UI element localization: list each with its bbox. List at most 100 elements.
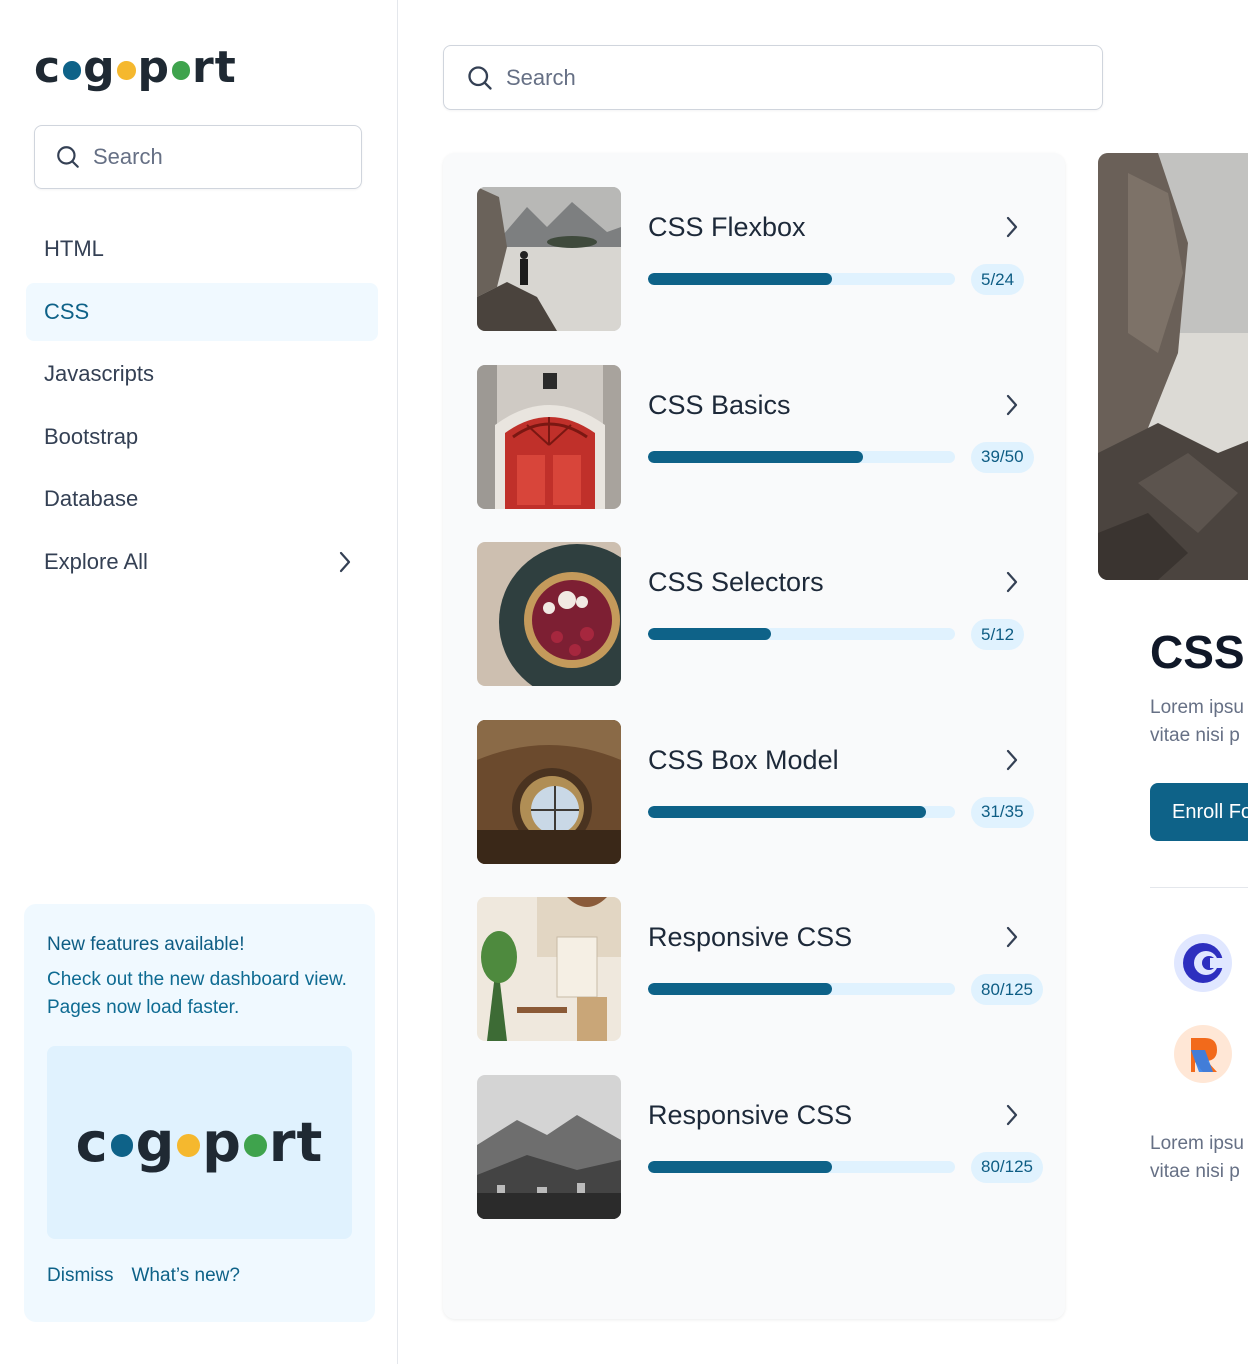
notice-logo-image: c g p rt	[47, 1046, 352, 1239]
notice-body: Check out the new dashboard view. Pages …	[47, 969, 347, 1018]
mountain-lake-photo	[477, 187, 621, 331]
progress-fill	[648, 983, 833, 995]
course-item[interactable]: CSS Flexbox 5/24	[477, 187, 1031, 332]
course-title: Responsive CSS	[648, 1099, 853, 1130]
description-line: vitae nisi p	[1150, 725, 1240, 746]
search-placeholder: Search	[506, 64, 576, 90]
c-logo-glyph	[1183, 943, 1226, 983]
course-thumbnail-red-door	[477, 364, 621, 509]
logo-letter: g	[135, 1110, 176, 1174]
progress-badge: 5/24	[971, 264, 1025, 295]
logo-dot-yellow	[117, 61, 136, 80]
description-line: vitae nisi p	[1150, 1161, 1240, 1182]
course-info: CSS Box Model 31/35	[648, 720, 1034, 865]
course-info: CSS Selectors 5/12	[648, 542, 1031, 687]
chevron-right-icon[interactable]	[1005, 216, 1019, 238]
divider	[1150, 887, 1248, 888]
search-icon	[57, 146, 79, 168]
course-info: CSS Basics 39/50	[648, 365, 1034, 510]
sidebar-item-css[interactable]: CSS	[26, 282, 378, 341]
sidebar-nav: HTML CSS Javascripts Bootstrap Database …	[26, 220, 378, 595]
logo-dot-blue	[110, 1134, 134, 1158]
sidebar-search-input[interactable]: Search	[34, 125, 362, 189]
progress-bar	[648, 628, 955, 640]
progress-fill	[648, 273, 833, 285]
feature-notice-card: New features available! Check out the ne…	[24, 904, 375, 1322]
c-brand-icon	[1174, 934, 1232, 992]
logo-letter: rt	[192, 42, 237, 93]
course-thumbnail-mountain-lake	[477, 187, 621, 331]
logo-dot-blue	[62, 61, 82, 80]
logo-dot-yellow	[177, 1134, 201, 1158]
chevron-right-icon	[339, 551, 351, 572]
detail-description-secondary: Lorem ipsu vitae nisi p	[1150, 1130, 1248, 1186]
course-item[interactable]: CSS Box Model 31/35	[477, 719, 1034, 865]
logo-dot-green	[171, 61, 191, 80]
chevron-right-icon[interactable]	[1005, 571, 1019, 593]
course-title: CSS Flexbox	[648, 212, 806, 242]
course-item[interactable]: CSS Selectors 5/12	[477, 542, 1031, 687]
notice-title: New features available!	[47, 934, 245, 955]
logo-letter: p	[202, 1110, 242, 1174]
logo-dot-green	[244, 1134, 267, 1158]
course-title: CSS Box Model	[648, 744, 839, 775]
progress-fill	[648, 628, 771, 640]
course-info: Responsive CSS 80/125	[648, 897, 1043, 1042]
progress-badge: 5/12	[971, 619, 1025, 650]
progress-badge: 39/50	[971, 441, 1034, 473]
logo-letter: g	[83, 42, 116, 93]
cafe-plants-photo	[477, 897, 621, 1041]
logo[interactable]: c g p rt	[34, 40, 237, 96]
progress-fill	[648, 450, 863, 463]
logo-wordmark: c g p rt	[75, 1110, 324, 1174]
sidebar-item-html[interactable]: HTML	[26, 220, 378, 278]
course-item[interactable]: Responsive CSS 80/125	[477, 1074, 1043, 1220]
course-thumbnail-berry-tart	[477, 542, 621, 686]
logo-letter: p	[137, 42, 171, 93]
search-placeholder: Search	[93, 144, 163, 169]
whats-new-link[interactable]: What’s new?	[132, 1265, 240, 1287]
logo-letter: rt	[268, 1110, 324, 1174]
sidebar-item-label: Javascripts	[44, 361, 155, 386]
progress-bar	[648, 1160, 955, 1173]
chevron-right-icon[interactable]	[1005, 926, 1019, 948]
sidebar-item-explore-all[interactable]: Explore All	[26, 533, 378, 591]
chevron-right-icon[interactable]	[1005, 394, 1019, 416]
rocky-shore-photo	[1098, 153, 1248, 580]
course-item[interactable]: Responsive CSS 80/125	[477, 897, 1043, 1042]
chevron-right-icon[interactable]	[1005, 1104, 1019, 1126]
course-item[interactable]: CSS Basics 39/50	[477, 364, 1034, 510]
course-title: CSS Basics	[648, 389, 791, 420]
main-search-input[interactable]: Search	[443, 45, 1103, 110]
search-icon	[468, 65, 492, 90]
notice-actions: Dismiss What’s new?	[47, 1265, 352, 1287]
logo-letter: c	[75, 1110, 109, 1174]
detail-description: Lorem ipsu vitae nisi p	[1150, 694, 1248, 750]
progress-fill	[648, 805, 926, 818]
sidebar-item-label: Database	[44, 486, 139, 511]
course-thumbnail-mountain-town	[477, 1074, 621, 1219]
enroll-button[interactable]: Enroll Fo	[1150, 783, 1248, 841]
course-thumbnail-round-window	[477, 719, 621, 864]
progress-bar	[648, 273, 955, 285]
logo-wordmark: c g p rt	[34, 46, 237, 90]
course-hero-image	[1098, 153, 1248, 580]
progress-badge: 80/125	[971, 1151, 1043, 1183]
sidebar-item-bootstrap[interactable]: Bootstrap	[26, 408, 378, 466]
progress-fill	[648, 1160, 833, 1173]
progress-bar	[648, 983, 955, 995]
sidebar-item-javascripts[interactable]: Javascripts	[26, 345, 378, 403]
mountain-town-photo	[477, 1074, 621, 1219]
course-list: CSS Flexbox 5/24 CSS Basics 39/50 CSS Se…	[443, 153, 1065, 1319]
red-door-photo	[477, 364, 621, 509]
sidebar-item-database[interactable]: Database	[26, 470, 378, 528]
dismiss-button[interactable]: Dismiss	[47, 1265, 114, 1287]
course-info: CSS Flexbox 5/24	[648, 187, 1031, 332]
course-title: CSS Selectors	[648, 567, 824, 597]
sidebar-item-label: Bootstrap	[44, 423, 139, 449]
progress-badge: 80/125	[971, 974, 1043, 1005]
description-line: Lorem ipsu	[1150, 697, 1244, 718]
progress-badge: 31/35	[971, 796, 1034, 828]
r-logo-glyph	[1191, 1038, 1217, 1072]
chevron-right-icon[interactable]	[1005, 749, 1019, 771]
